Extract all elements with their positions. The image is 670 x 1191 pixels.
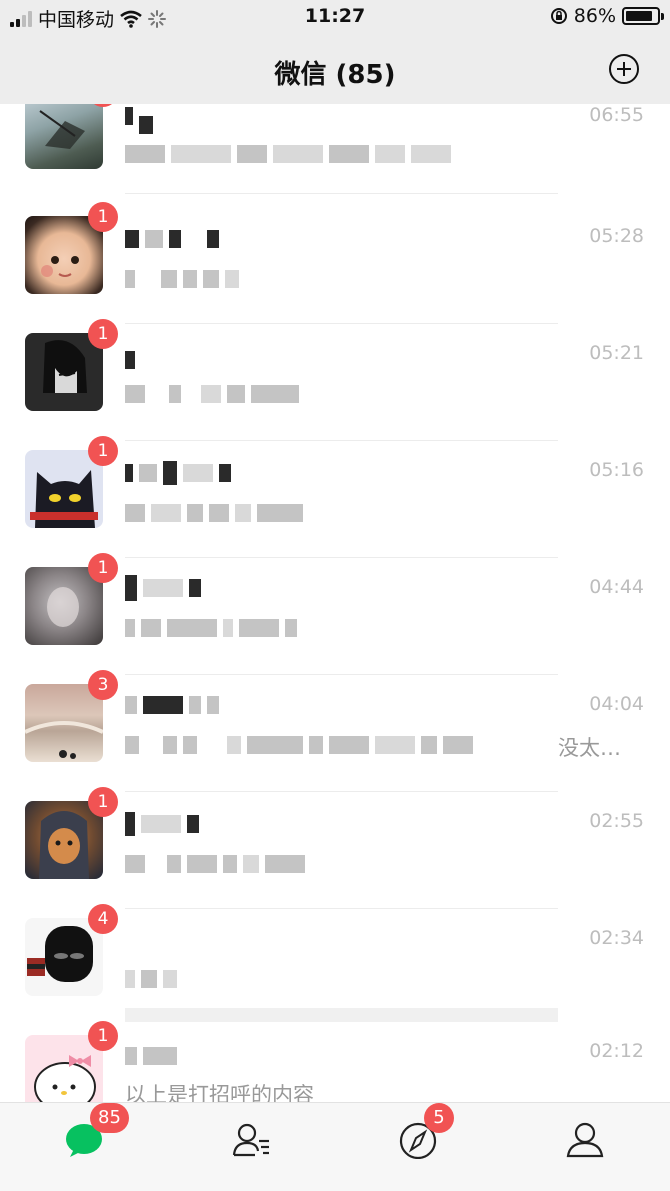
contact-name-pixelated [125, 461, 231, 485]
avatar: 3 [25, 670, 118, 762]
unread-badge: 1 [88, 202, 118, 232]
avatar: 1 [25, 553, 118, 645]
tab-bar: 85 5 [0, 1102, 670, 1191]
chat-list: 2 06:55 1 05:28 [0, 104, 670, 1102]
chat-time: 04:44 [589, 576, 644, 598]
tab-badge: 85 [90, 1103, 129, 1133]
battery-icon [622, 7, 664, 25]
chat-item[interactable]: 1 05:16 [0, 436, 670, 558]
unread-badge: 4 [88, 904, 118, 934]
avatar: 4 [25, 904, 118, 996]
rotation-lock-icon [550, 8, 567, 24]
message-preview-pixelated [125, 501, 303, 525]
avatar: 2 [25, 104, 118, 169]
avatar: 1 [25, 202, 118, 294]
message-preview-pixelated [125, 733, 473, 757]
chat-time: 05:28 [589, 225, 644, 247]
chat-time: 02:34 [589, 927, 644, 949]
chat-item[interactable]: 3 没太… 04:04 [0, 670, 670, 792]
nav-bar: 微信 (85) [0, 34, 670, 104]
chat-item[interactable]: 1 05:28 [0, 202, 670, 324]
unread-badge: 1 [88, 553, 118, 583]
person-icon [566, 1122, 603, 1158]
divider [125, 193, 558, 194]
unread-badge: 1 [88, 787, 118, 817]
tab-contacts[interactable] [167, 1103, 334, 1191]
message-preview-pixelated [125, 616, 297, 640]
avatar: 1 [25, 1021, 118, 1102]
chat-item[interactable]: 4 02:34 [0, 904, 670, 1026]
avatar: 1 [25, 319, 118, 411]
contact-name-pixelated [125, 1044, 177, 1068]
chat-time: 02:12 [589, 1040, 644, 1062]
contact-name-pixelated [125, 104, 153, 134]
unread-badge: 3 [88, 670, 118, 700]
contacts-icon [232, 1123, 269, 1157]
chat-item[interactable]: 1 04:44 [0, 553, 670, 675]
message-preview-pixelated [125, 267, 239, 291]
chat-time: 06:55 [589, 104, 644, 126]
contact-name-pixelated [125, 227, 219, 251]
contact-name-pixelated [125, 693, 219, 717]
tab-chats[interactable]: 85 [0, 1103, 167, 1191]
status-bar: 中国移动 11:27 86% [0, 0, 670, 34]
tab-discover[interactable]: 5 [334, 1103, 501, 1191]
tab-me[interactable] [501, 1103, 668, 1191]
message-preview-pixelated [125, 142, 451, 166]
unread-badge: 1 [88, 436, 118, 466]
contact-name-pixelated [125, 348, 135, 372]
message-preview-text: 没太… [558, 736, 621, 760]
message-preview-pixelated [125, 967, 177, 991]
contact-name-pixelated [125, 575, 201, 601]
message-preview-pixelated [125, 852, 305, 876]
plus-circle-icon[interactable] [608, 53, 640, 85]
avatar: 1 [25, 436, 118, 528]
unread-badge: 1 [88, 1021, 118, 1051]
avatar: 1 [25, 787, 118, 879]
contact-name-pixelated [125, 812, 199, 836]
chat-item[interactable]: 2 06:55 [0, 104, 670, 211]
divider [125, 1008, 558, 1022]
chat-time: 04:04 [589, 693, 644, 715]
chat-item[interactable]: 1 05:21 [0, 319, 670, 441]
battery-percent: 86% [573, 5, 616, 27]
chat-time: 05:21 [589, 342, 644, 364]
chat-time: 02:55 [589, 810, 644, 832]
unread-badge: 1 [88, 319, 118, 349]
message-preview-text: 以上是打招呼的内容 [125, 1083, 314, 1102]
message-preview-pixelated [125, 382, 299, 406]
chat-item[interactable]: 1 02:55 [0, 787, 670, 909]
chat-time: 05:16 [589, 459, 644, 481]
tab-badge: 5 [424, 1103, 454, 1133]
status-right: 86% [550, 5, 664, 27]
chat-item[interactable]: 1 以上是打招呼的内容 02:12 [0, 1021, 670, 1102]
page-title: 微信 (85) [274, 60, 396, 90]
